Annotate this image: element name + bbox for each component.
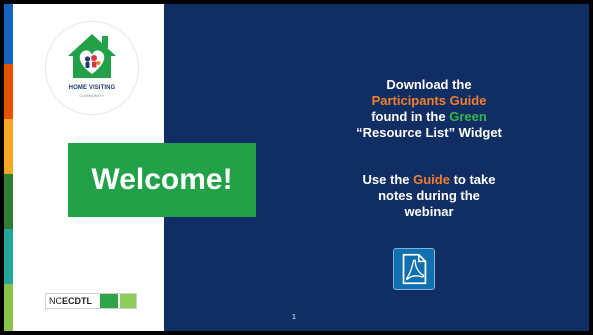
download-line-3-prefix: found in the xyxy=(371,109,450,124)
guide-line-3: webinar xyxy=(404,204,454,219)
ncecdtl-badge: NCECDTL xyxy=(45,293,137,309)
color-stripe xyxy=(4,4,13,331)
stripe-blue xyxy=(4,4,13,64)
home-visiting-logo: HOME VISITING COMMUNITY xyxy=(46,22,138,114)
green-word: Green xyxy=(449,109,487,124)
download-line-3: found in the Green xyxy=(334,109,524,125)
guide-instructions: Use the Guide to take notes during the w… xyxy=(334,172,524,220)
logo-subtitle: COMMUNITY xyxy=(79,94,105,98)
guide-highlight: Guide xyxy=(413,172,450,187)
stripe-lime xyxy=(4,284,13,331)
welcome-heading: Welcome! xyxy=(91,163,233,196)
ncecdtl-prefix: NC xyxy=(49,296,62,306)
logo-title: HOME VISITING xyxy=(68,85,116,91)
resource-list-text: “Resource List” Widget xyxy=(356,125,502,140)
stripe-green xyxy=(4,174,13,229)
download-instructions: Download the Participants Guide found in… xyxy=(334,77,524,141)
ncecdtl-lightgreen-block xyxy=(120,294,136,308)
ncecdtl-green-block xyxy=(100,294,118,308)
guide-suffix: to take xyxy=(449,172,496,187)
guide-line-1: Use the Guide to take xyxy=(334,172,524,188)
slide-frame: HOME VISITING COMMUNITY NCECDTL Welcome!… xyxy=(0,0,593,335)
ncecdtl-bold: ECDTL xyxy=(62,296,92,306)
ncecdtl-text: NCECDTL xyxy=(49,295,92,307)
stripe-orange xyxy=(4,64,13,119)
pdf-download-button[interactable] xyxy=(393,248,435,290)
house-heart-icon xyxy=(68,34,116,78)
stripe-teal xyxy=(4,229,13,284)
download-line-1: Download the xyxy=(386,77,472,92)
participants-guide-text: Participants Guide xyxy=(371,93,487,108)
stripe-yellow xyxy=(4,119,13,174)
pdf-icon xyxy=(402,253,427,285)
guide-line-2: notes during the xyxy=(378,188,480,203)
guide-prefix: Use the xyxy=(362,172,414,187)
presentation-slide: HOME VISITING COMMUNITY NCECDTL Welcome!… xyxy=(4,4,589,331)
welcome-box: Welcome! xyxy=(68,143,256,217)
slide-number: 1 xyxy=(292,314,296,321)
